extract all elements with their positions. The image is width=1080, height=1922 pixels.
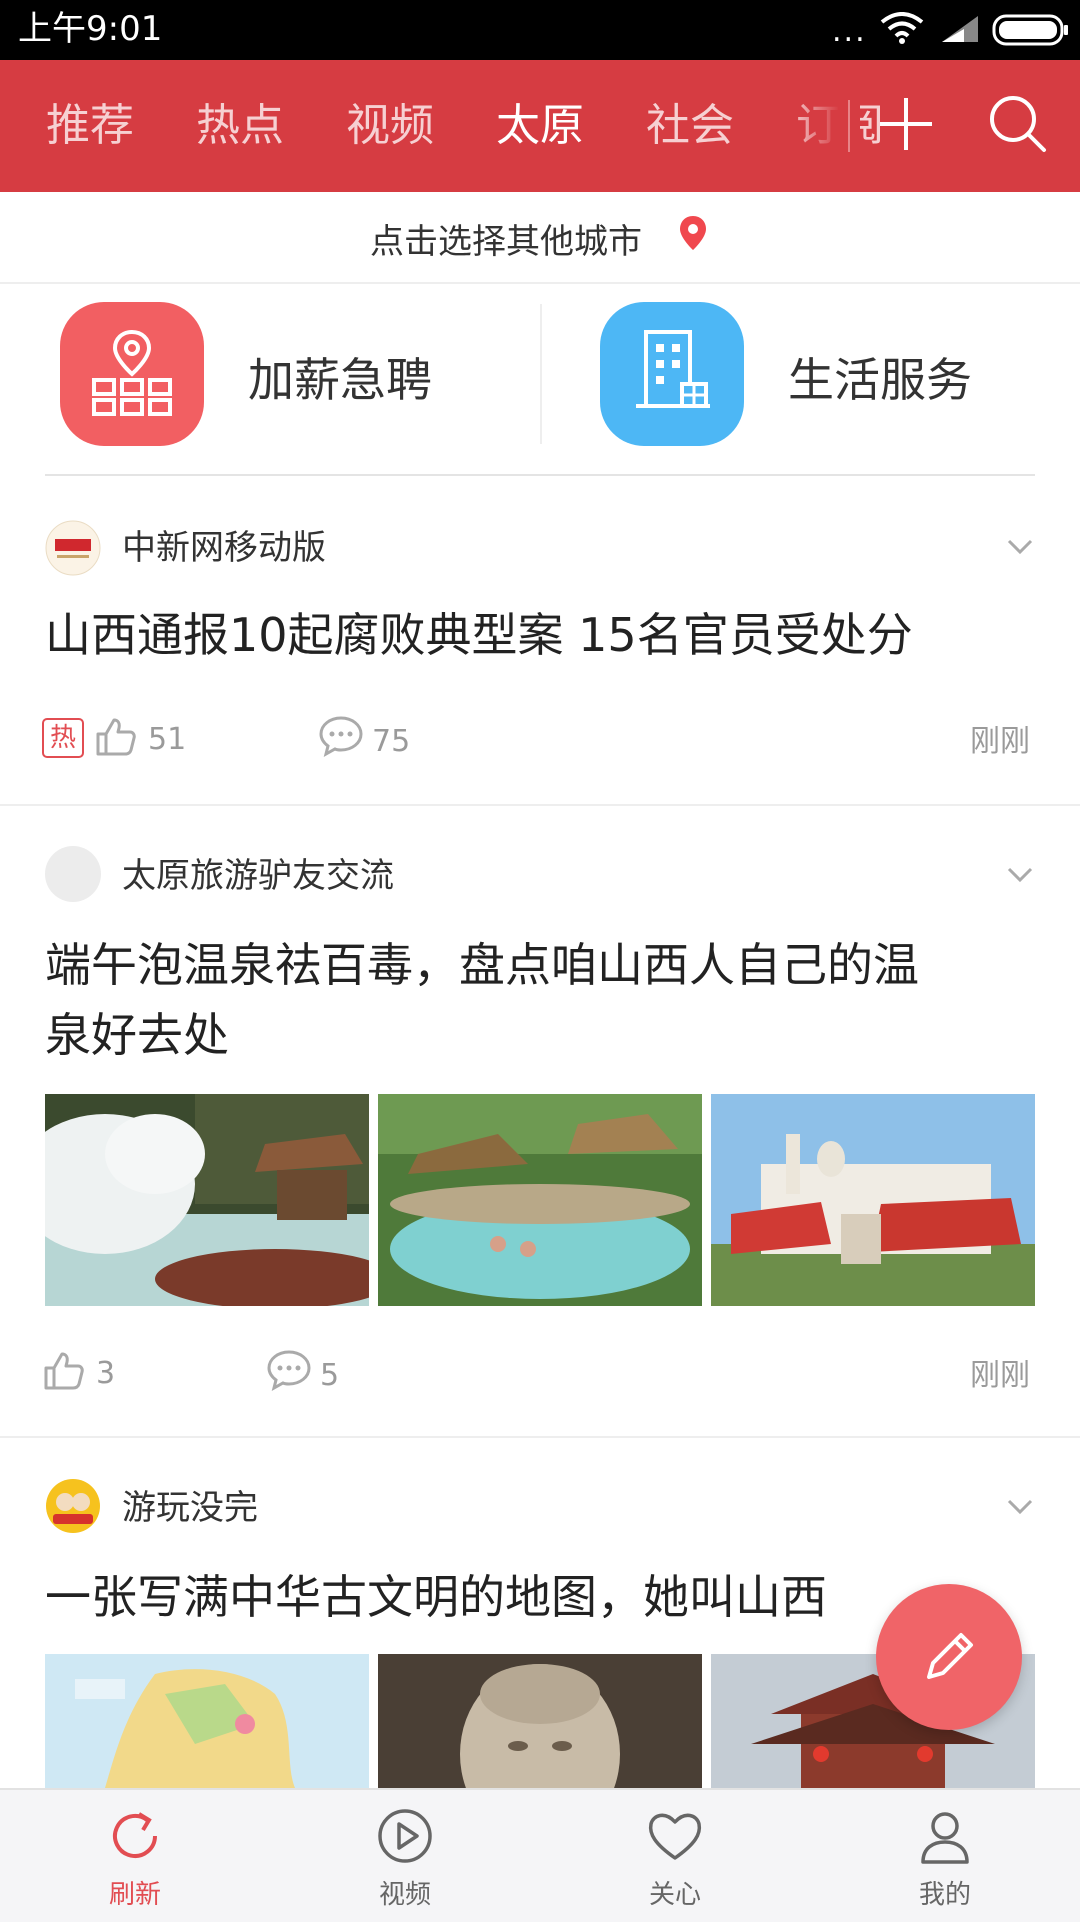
more-dots-icon: ... xyxy=(832,14,867,49)
bottom-nav-video[interactable]: 视频 xyxy=(270,1790,540,1922)
status-time: 上午9:01 xyxy=(18,9,163,49)
comment-icon[interactable] xyxy=(318,714,364,758)
tab-divider xyxy=(848,100,850,152)
publish-time: 刚刚 xyxy=(970,724,1030,759)
bottom-nav-label: 关心 xyxy=(648,1880,701,1910)
comment-count: 75 xyxy=(372,724,411,759)
heart-icon xyxy=(648,1813,702,1860)
job-service-tile[interactable] xyxy=(60,302,204,446)
publish-time: 刚刚 xyxy=(970,1358,1030,1393)
thumbnail-hot-spring-steam[interactable] xyxy=(45,1094,369,1306)
compose-button[interactable] xyxy=(876,1584,1022,1730)
battery-icon xyxy=(992,14,1068,46)
chevron-down-icon[interactable] xyxy=(1006,866,1034,884)
tab-video[interactable]: 视频 xyxy=(346,60,434,192)
bottom-nav-label: 我的 xyxy=(918,1880,971,1910)
city-selector[interactable]: 点击选择其他城市 xyxy=(0,192,1080,284)
thumbnail-buddha-statue[interactable] xyxy=(378,1654,702,1788)
feed-separator xyxy=(0,804,1080,806)
source-avatar xyxy=(45,846,101,902)
source-name[interactable]: 太原旅游驴友交流 xyxy=(122,856,394,896)
feed-separator xyxy=(0,1436,1080,1438)
source-avatar xyxy=(45,520,101,576)
building-icon xyxy=(636,330,710,408)
thumbs-up-icon[interactable] xyxy=(94,714,138,758)
search-icon[interactable] xyxy=(988,94,1048,154)
bottom-nav-label: 视频 xyxy=(378,1880,431,1910)
signal-icon xyxy=(942,16,978,42)
comment-icon[interactable] xyxy=(266,1348,312,1392)
tab-recommend[interactable]: 推荐 xyxy=(46,60,134,192)
like-count: 3 xyxy=(96,1356,116,1391)
life-service-label[interactable]: 生活服务 xyxy=(788,344,972,410)
job-service-label[interactable]: 加薪急聘 xyxy=(248,344,432,410)
bottom-nav-label: 刷新 xyxy=(108,1880,161,1910)
services-bottom-line xyxy=(45,474,1035,476)
hot-badge: 热 xyxy=(42,718,84,758)
comment-count: 5 xyxy=(320,1358,340,1393)
thumbnail-resort-building[interactable] xyxy=(711,1094,1035,1306)
headline[interactable]: 山西通报10起腐败典型案 15名官员受处分 xyxy=(45,600,1035,670)
headline-line-1[interactable]: 端午泡温泉祛百毒，盘点咱山西人自己的温 xyxy=(45,930,1035,1000)
service-divider xyxy=(540,304,542,444)
city-selector-label: 点击选择其他城市 xyxy=(370,222,642,262)
life-service-tile[interactable] xyxy=(600,302,744,446)
refresh-icon xyxy=(113,1812,157,1858)
play-icon xyxy=(378,1809,432,1863)
top-nav: 推荐 热点 视频 太原 社会 订阅 xyxy=(0,60,1080,192)
bottom-nav-refresh[interactable]: 刷新 xyxy=(0,1790,270,1922)
bottom-nav-mine[interactable]: 我的 xyxy=(810,1790,1080,1922)
source-name[interactable]: 中新网移动版 xyxy=(122,528,326,568)
job-location-icon xyxy=(92,329,172,416)
source-avatar xyxy=(46,1479,100,1533)
thumbnail-shanxi-map[interactable] xyxy=(45,1654,369,1788)
wifi-icon xyxy=(880,12,924,44)
status-bar: 上午9:01 ... xyxy=(0,0,1080,60)
thumbnail-hot-spring-pool[interactable] xyxy=(378,1094,702,1306)
thumbs-up-icon[interactable] xyxy=(42,1348,86,1392)
chevron-down-icon[interactable] xyxy=(1006,538,1034,556)
bottom-nav-care[interactable]: 关心 xyxy=(540,1790,810,1922)
chevron-down-icon[interactable] xyxy=(1006,1498,1034,1516)
tab-society[interactable]: 社会 xyxy=(646,60,734,192)
source-name[interactable]: 游玩没完 xyxy=(122,1488,258,1528)
plus-icon[interactable] xyxy=(876,94,936,154)
service-shortcuts: 加薪急聘 生活服务 xyxy=(0,284,1080,476)
tab-taiyuan[interactable]: 太原 xyxy=(496,60,584,192)
headline-line-2[interactable]: 泉好去处 xyxy=(45,1000,1035,1070)
pencil-icon xyxy=(927,1633,973,1679)
bottom-nav: 刷新 视频 关心 我的 xyxy=(0,1788,1080,1922)
person-icon xyxy=(921,1812,969,1864)
tab-hot[interactable]: 热点 xyxy=(196,60,284,192)
like-count: 51 xyxy=(148,722,187,757)
location-pin-icon xyxy=(680,216,706,250)
